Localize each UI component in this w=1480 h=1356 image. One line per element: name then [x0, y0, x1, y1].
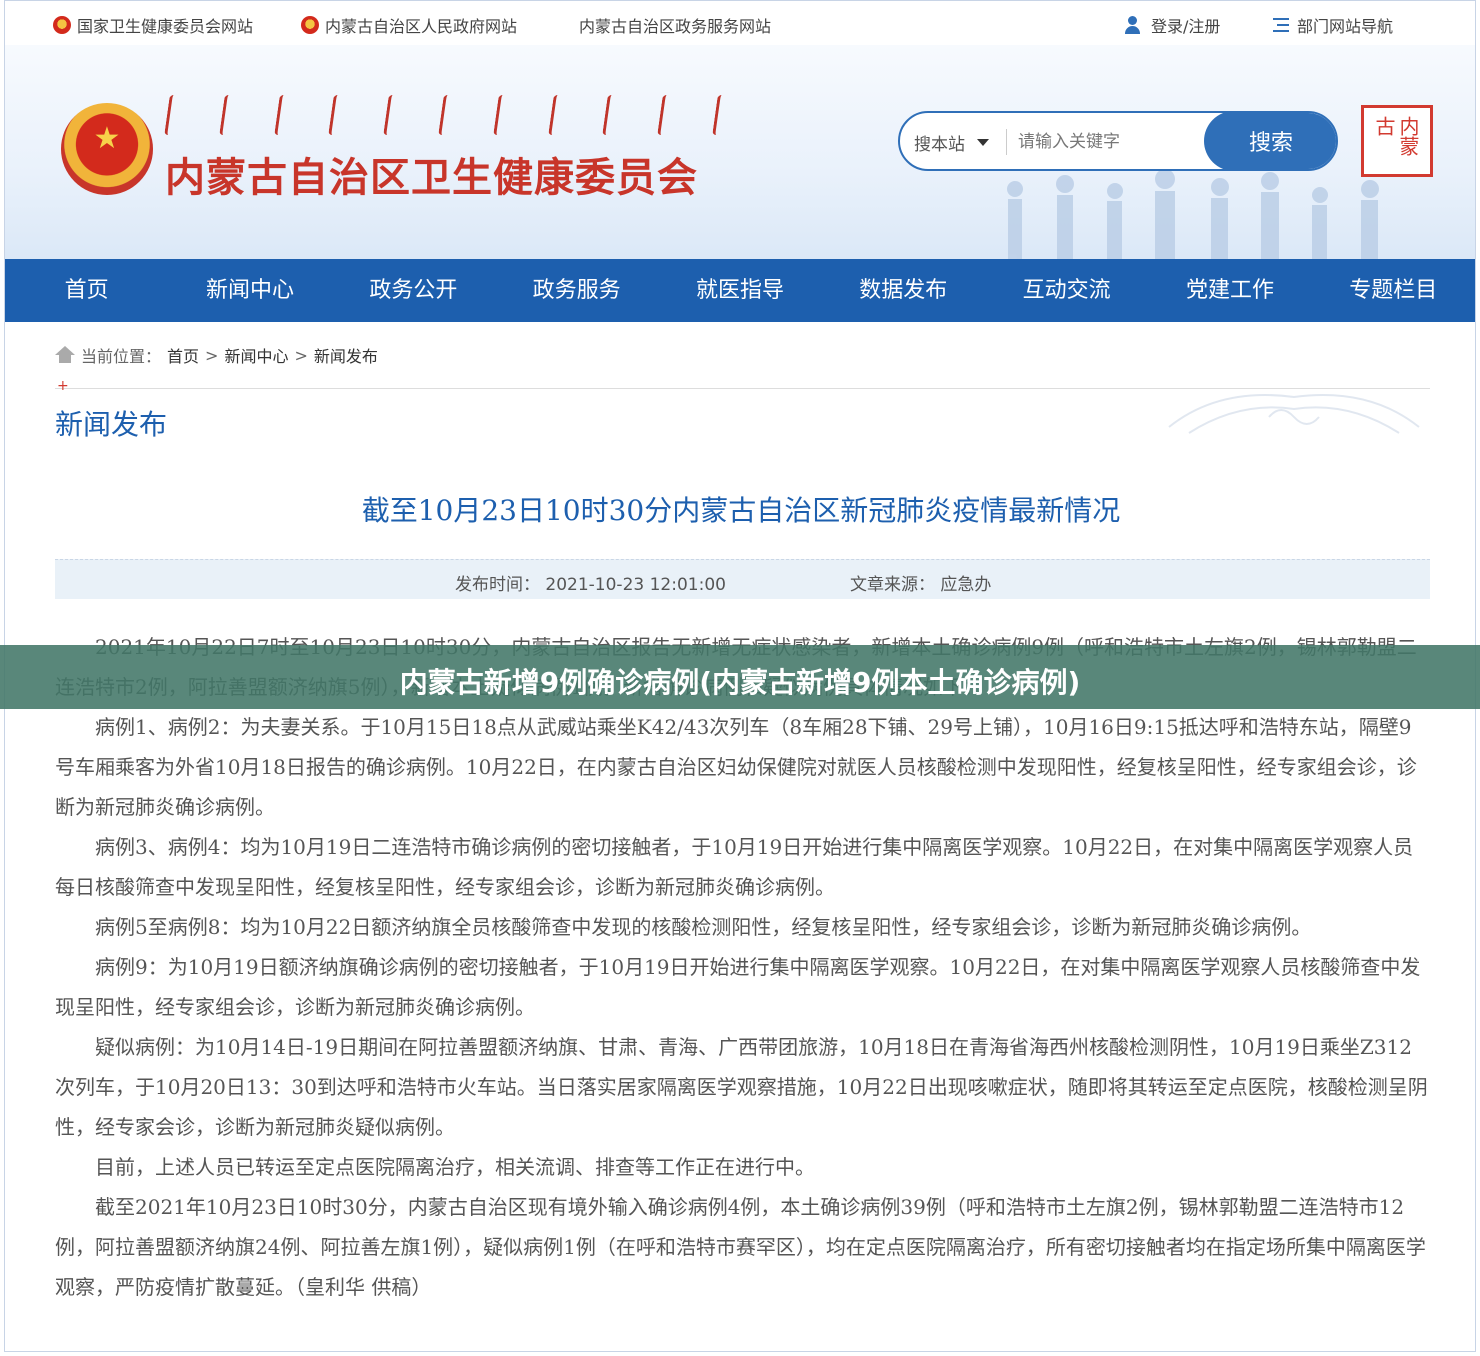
paragraph: 疑似病例：为10月14日-19日期间在阿拉善盟额济纳旗、甘肃、青海、广西带团旅游… — [55, 1035, 1428, 1139]
breadcrumb-current[interactable]: 新闻发布 — [314, 343, 378, 367]
search-scope-select[interactable]: 搜本站 — [914, 130, 989, 155]
dept-nav-label: 部门网站导航 — [1297, 17, 1394, 36]
nmg-gov-link[interactable]: 内蒙古自治区人民政府网站 — [301, 13, 517, 37]
national-emblem-icon — [301, 16, 319, 34]
main-nav: 首页 新闻中心 政务公开 政务服务 就医指导 数据发布 互动交流 党建工作 专题… — [5, 259, 1475, 322]
nav-party-building[interactable]: 党建工作 — [1148, 259, 1311, 322]
nav-interaction[interactable]: 互动交流 — [985, 259, 1148, 322]
site-header: 内蒙古自治区卫生健康委员会 搜本站 搜索 内蒙古 — [5, 45, 1475, 259]
headline-overlay-banner: 内蒙古新增9例确诊病例(内蒙古新增9例本土确诊病例) — [0, 645, 1480, 709]
search-divider — [1006, 129, 1007, 155]
nhc-link[interactable]: 国家卫生健康委员会网站 — [53, 13, 253, 37]
plus-icon: + — [57, 378, 69, 394]
section-title: 新闻发布 — [55, 408, 168, 441]
overlay-headline: 内蒙古新增9例确诊病例(内蒙古新增9例本土确诊病例) — [399, 666, 1081, 699]
paragraph: 目前，上述人员已转运至定点医院隔离治疗，相关流调、排查等工作正在进行中。 — [95, 1155, 815, 1179]
article-body: 2021年10月22日7时至10月23日10时30分，内蒙古自治区报告无新增无症… — [55, 627, 1430, 1307]
paragraph: 病例9：为10月19日额济纳旗确诊病例的密切接触者，于10月19日开始进行集中隔… — [55, 955, 1421, 1019]
search-input[interactable] — [1018, 125, 1198, 159]
paragraph: 截至2021年10月23日10时30分，内蒙古自治区现有境外输入确诊病例4例，本… — [55, 1195, 1426, 1299]
nmg-gov-link-label: 内蒙古自治区人民政府网站 — [325, 17, 518, 36]
seal-logo: 内蒙古 — [1361, 105, 1433, 177]
caret-down-icon — [977, 139, 989, 146]
menu-list-icon — [1271, 16, 1291, 34]
nmg-service-link-label: 内蒙古自治区政务服务网站 — [579, 17, 772, 36]
article-meta: 发布时间： 2021-10-23 12:01:00 文章来源： 应急办 — [55, 559, 1430, 599]
search-scope-label: 搜本站 — [914, 135, 965, 155]
national-emblem-logo — [61, 103, 153, 195]
breadcrumb-home[interactable]: 首页 — [167, 343, 199, 367]
paragraph: 病例3、病例4：均为10月19日二连浩特市确诊病例的密切接触者，于10月19日开… — [55, 835, 1414, 899]
search-box: 搜本站 搜索 — [898, 111, 1338, 171]
breadcrumb-sep: > — [205, 345, 219, 365]
breadcrumb-news-center[interactable]: 新闻中心 — [224, 343, 288, 367]
login-link[interactable]: 登录/注册 — [1125, 13, 1220, 37]
top-bar: 国家卫生健康委员会网站 内蒙古自治区人民政府网站 内蒙古自治区政务服务网站 登录… — [5, 1, 1475, 45]
nav-medical-guide[interactable]: 就医指导 — [658, 259, 821, 322]
breadcrumb: 当前位置： 首页 > 新闻中心 > 新闻发布 — [55, 343, 378, 367]
nmg-service-link[interactable]: 内蒙古自治区政务服务网站 — [579, 13, 771, 37]
login-label: 登录/注册 — [1151, 17, 1221, 36]
nav-gov-services[interactable]: 政务服务 — [495, 259, 658, 322]
nhc-link-label: 国家卫生健康委员会网站 — [77, 17, 254, 36]
publish-time: 发布时间： 2021-10-23 12:01:00 — [455, 575, 726, 595]
dept-nav-link[interactable]: 部门网站导航 — [1271, 13, 1393, 37]
paragraph: 病例1、病例2：为夫妻关系。于10月15日18点从武威站乘坐K42/43次列车（… — [55, 715, 1417, 819]
site-title: 内蒙古自治区卫生健康委员会 — [165, 155, 698, 201]
home-icon — [55, 346, 75, 364]
people-silhouette-decoration — [1007, 169, 1379, 259]
search-button[interactable]: 搜索 — [1204, 113, 1336, 169]
breadcrumb-sep: > — [294, 345, 308, 365]
breadcrumb-label: 当前位置： — [81, 347, 162, 366]
pattern-decoration — [1168, 394, 1420, 434]
user-icon — [1125, 16, 1145, 34]
nav-news-center[interactable]: 新闻中心 — [168, 259, 331, 322]
nav-data-release[interactable]: 数据发布 — [822, 259, 985, 322]
mongolian-script-title — [164, 95, 730, 141]
nav-home[interactable]: 首页 — [5, 259, 168, 322]
national-emblem-icon — [53, 16, 71, 34]
article-source: 文章来源： 应急办 — [850, 575, 992, 595]
article-title: 截至10月23日10时30分内蒙古自治区新冠肺炎疫情最新情况 — [361, 494, 1121, 527]
paragraph: 病例5至病例8：均为10月22日额济纳旗全员核酸筛查中发现的核酸检测阳性，经复核… — [95, 915, 1312, 939]
nav-gov-affairs-open[interactable]: 政务公开 — [332, 259, 495, 322]
nav-special-topics[interactable]: 专题栏目 — [1312, 259, 1475, 322]
